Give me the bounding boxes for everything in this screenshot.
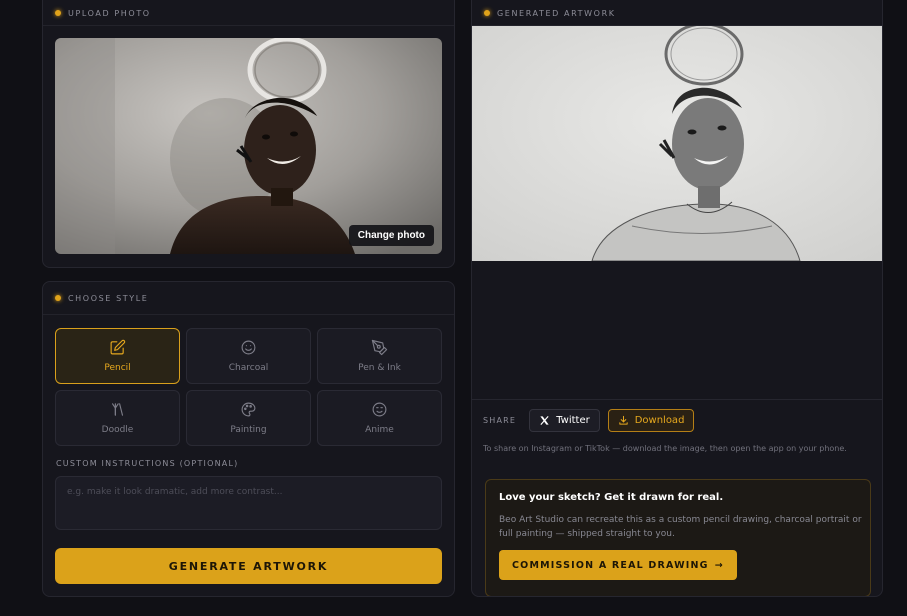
status-dot-icon: [55, 10, 61, 16]
style-option-anime[interactable]: Anime: [317, 390, 442, 446]
promo-title: Love your sketch? Get it drawn for real.: [499, 492, 724, 503]
style-option-label: Pen & Ink: [358, 363, 401, 373]
generated-artwork-header: GENERATED ARTWORK: [472, 0, 882, 26]
generate-artwork-button[interactable]: GENERATE ARTWORK: [55, 548, 442, 584]
choose-style-header: CHOOSE STYLE: [43, 282, 454, 315]
doodle-icon: [111, 403, 124, 416]
generated-artwork-title: GENERATED ARTWORK: [497, 8, 616, 18]
uploaded-photo-image: [55, 38, 442, 254]
smiley-icon: [241, 340, 256, 355]
style-options-grid: Pencil Charcoal Pen & Ink Doodle Paintin…: [55, 328, 442, 446]
divider: [472, 399, 882, 400]
palette-icon: [241, 402, 256, 417]
share-note: To share on Instagram or TikTok — downlo…: [483, 444, 847, 453]
change-photo-button[interactable]: Change photo: [348, 225, 434, 246]
custom-instructions-label: CUSTOM INSTRUCTIONS (OPTIONAL): [56, 459, 239, 468]
generated-artwork-image: [472, 26, 882, 261]
choose-style-title: CHOOSE STYLE: [68, 293, 149, 303]
commission-label: COMMISSION A REAL DRAWING: [512, 559, 709, 571]
share-row: SHARE Twitter Download: [483, 409, 695, 432]
download-button[interactable]: Download: [607, 409, 695, 432]
choose-style-card: CHOOSE STYLE Pencil Charcoal Pen & Ink D…: [42, 281, 455, 597]
commission-drawing-button[interactable]: COMMISSION A REAL DRAWING →: [499, 550, 737, 580]
pencil-square-icon: [110, 339, 126, 355]
twitter-label: Twitter: [556, 415, 590, 426]
uploaded-photo[interactable]: Change photo: [55, 38, 442, 254]
style-option-doodle[interactable]: Doodle: [55, 390, 180, 446]
pen-nib-icon: [371, 339, 388, 356]
upload-photo-card: UPLOAD PHOTO Change photo: [42, 0, 455, 268]
promo-body: Beo Art Studio can recreate this as a cu…: [499, 515, 862, 539]
style-option-painting[interactable]: Painting: [186, 390, 311, 446]
upload-photo-title: UPLOAD PHOTO: [68, 8, 151, 18]
twitter-share-button[interactable]: Twitter: [529, 409, 600, 432]
style-option-pen-ink[interactable]: Pen & Ink: [317, 328, 442, 384]
x-logo-icon: [540, 415, 549, 426]
style-option-label: Anime: [365, 425, 394, 435]
pencil-sketch-image: [472, 26, 882, 261]
style-option-charcoal[interactable]: Charcoal: [186, 328, 311, 384]
status-dot-icon: [55, 295, 61, 301]
status-dot-icon: [484, 10, 490, 16]
share-label: SHARE: [483, 416, 517, 425]
style-option-label: Painting: [230, 425, 267, 435]
anime-face-icon: [372, 402, 387, 417]
download-icon: [619, 415, 628, 425]
style-option-label: Charcoal: [228, 363, 269, 373]
commission-promo: Love your sketch? Get it drawn for real.…: [485, 479, 871, 596]
download-label: Download: [634, 415, 685, 426]
upload-photo-header: UPLOAD PHOTO: [43, 0, 454, 26]
arrow-right-icon: →: [714, 559, 724, 571]
custom-instructions-input[interactable]: [55, 476, 442, 530]
style-option-label: Doodle: [101, 425, 134, 435]
style-option-label: Pencil: [104, 363, 131, 373]
generated-artwork-card: GENERATED ARTWORK SHARE Twitter Download…: [471, 0, 883, 597]
style-option-pencil[interactable]: Pencil: [55, 328, 180, 384]
